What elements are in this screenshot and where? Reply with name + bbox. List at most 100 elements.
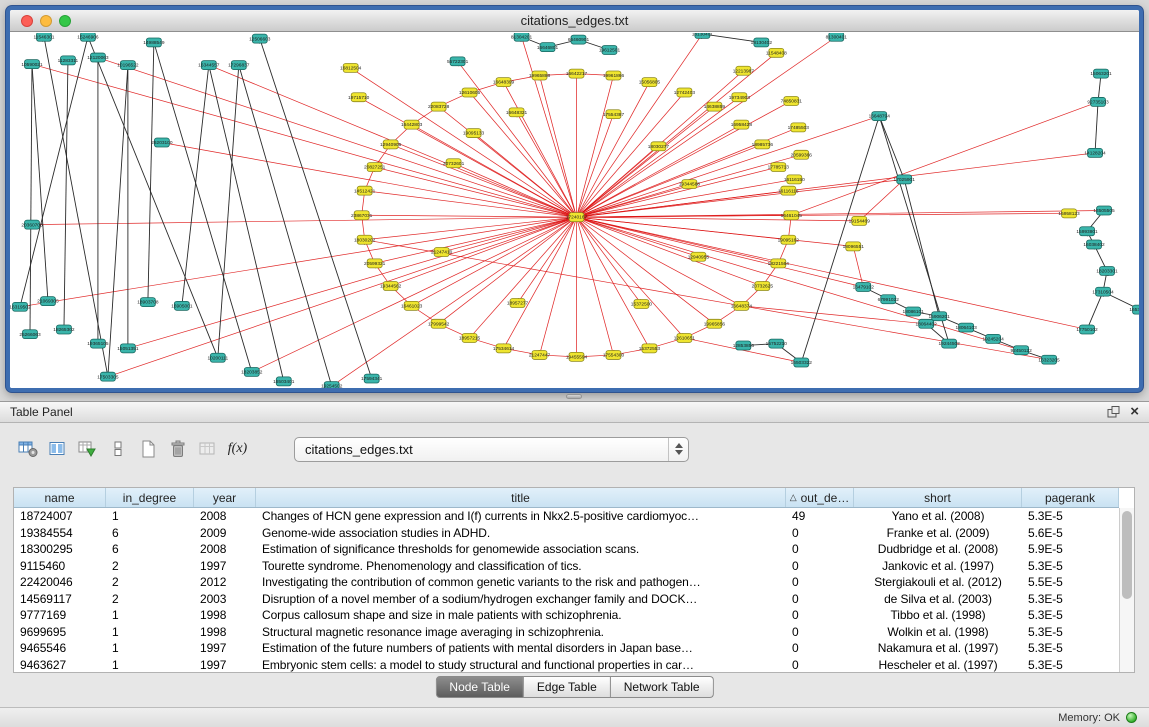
graph-node[interactable]: 23867031	[351, 211, 373, 220]
graph-node[interactable]: 16503322	[791, 358, 813, 367]
float-panel-button[interactable]	[1107, 406, 1120, 418]
graph-node[interactable]: 21069305	[37, 297, 59, 306]
graph-node[interactable]: 18221564	[768, 259, 790, 268]
memory-status-indicator[interactable]	[1126, 712, 1137, 723]
table-row[interactable]: 946362711997Embryonic stem cells: a mode…	[14, 657, 1119, 673]
graph-node[interactable]: 17485503	[788, 123, 810, 132]
table-row[interactable]: 1872400712008Changes of HCN gene express…	[14, 508, 1119, 525]
graph-node[interactable]: 16648794	[869, 112, 891, 121]
graph-node[interactable]: 11548408	[766, 48, 787, 57]
create-column-button[interactable]	[134, 436, 161, 462]
graph-node[interactable]: 15063201	[1090, 69, 1112, 78]
table-row[interactable]: 977716911998Corpus callosum shape and si…	[14, 607, 1119, 624]
column-header-name[interactable]: name	[14, 488, 106, 507]
column-header-in-degree[interactable]: in_degree	[106, 488, 194, 507]
graph-node[interactable]: 15372500	[631, 299, 653, 308]
graph-node[interactable]: 18086101	[903, 307, 925, 316]
graph-node[interactable]: 16479102	[853, 282, 875, 291]
graph-node[interactable]: 16648399	[493, 78, 515, 87]
graph-node[interactable]: 66460901	[568, 35, 590, 44]
column-header-year[interactable]: year	[194, 488, 256, 507]
graph-node[interactable]: 16442803	[401, 120, 423, 129]
graph-node[interactable]: 16648374	[731, 301, 753, 310]
graph-node[interactable]: 16648321	[506, 108, 528, 117]
graph-node[interactable]: 17310504	[1092, 287, 1114, 296]
graph-node[interactable]: 19254502	[321, 382, 343, 388]
graph-node[interactable]: 19365105	[87, 339, 109, 348]
graph-node[interactable]: 12610605	[459, 88, 481, 97]
graph-node[interactable]: 18957215	[459, 333, 481, 342]
graph-node[interactable]: 17534614	[493, 344, 515, 353]
graph-node[interactable]: 17785713	[768, 163, 790, 172]
graph-node[interactable]: 11283311	[58, 56, 79, 65]
graph-node[interactable]: 13505505	[1093, 206, 1115, 215]
tab-network-table[interactable]: Network Table	[611, 676, 714, 698]
graph-node[interactable]: 16116150	[784, 175, 805, 184]
table-row[interactable]: 2242004622012Investigating the contribut…	[14, 574, 1119, 591]
graph-node[interactable]: 12940955	[688, 252, 710, 261]
graph-node[interactable]: 15056805	[639, 78, 661, 87]
graph-node[interactable]: 10200111	[208, 353, 229, 362]
graph-node[interactable]: 18130402	[751, 38, 773, 47]
graph-node[interactable]: 21247410	[431, 248, 453, 257]
graph-node[interactable]: 19095133	[463, 129, 485, 138]
graph-node[interactable]: 18957277	[507, 299, 529, 308]
graph-node[interactable]: 15246906	[77, 33, 99, 41]
zoom-window-button[interactable]	[59, 15, 71, 27]
graph-node[interactable]: 15752210	[766, 339, 788, 348]
graph-node[interactable]: 16812504	[340, 63, 362, 72]
graph-node[interactable]: 12610651	[674, 333, 696, 342]
table-row[interactable]: 1456911722003Disruption of a novel membe…	[14, 591, 1119, 608]
graph-node[interactable]: 11546301	[33, 33, 54, 41]
table-row[interactable]: 911546021997Tourette syndrome. Phenomeno…	[14, 558, 1119, 575]
graph-node[interactable]: 14128204	[1084, 148, 1106, 157]
column-header-short[interactable]: short	[854, 488, 1022, 507]
graph-node[interactable]: 20732625	[752, 282, 774, 291]
function-builder-button[interactable]: f(x)	[224, 436, 251, 462]
graph-node[interactable]: 16958428	[731, 120, 753, 129]
network-canvas-svg[interactable]: 1724016716461045190951621822156420732625…	[10, 33, 1139, 388]
row-height-button[interactable]	[104, 436, 131, 462]
graph-node[interactable]: 19965856	[704, 319, 726, 328]
graph-node[interactable]: 18096551	[843, 242, 865, 251]
graph-node[interactable]: 16905001	[171, 301, 193, 310]
graph-node[interactable]: 18030277	[648, 142, 670, 151]
graph-node[interactable]: 19244502	[939, 339, 961, 348]
graph-node[interactable]: 17554387	[603, 110, 625, 119]
graph-node[interactable]: 92735103	[1087, 97, 1109, 106]
splitter-handle[interactable]	[0, 392, 1149, 401]
graph-node[interactable]: 20827251	[364, 163, 386, 172]
graph-node[interactable]: 26203100	[151, 138, 173, 147]
graph-node[interactable]: 18203301	[1096, 266, 1118, 275]
graph-node[interactable]: 17594341	[361, 374, 383, 383]
graph-node[interactable]: 22083728	[428, 102, 450, 111]
tab-edge-table[interactable]: Edge Table	[524, 676, 611, 698]
graph-node[interactable]: 18130401	[692, 33, 714, 38]
graph-node[interactable]: 92450122	[1010, 346, 1032, 355]
close-window-button[interactable]	[21, 15, 33, 27]
graph-node[interactable]: 16323205	[1038, 355, 1060, 364]
column-header-out-de[interactable]: △out_de…	[786, 488, 854, 507]
graph-node[interactable]: 17025901	[894, 175, 916, 184]
graph-node[interactable]: 19965888	[529, 71, 551, 80]
graph-node[interactable]: 55722301	[447, 57, 469, 66]
graph-node[interactable]: 16646801	[537, 43, 559, 52]
graph-node[interactable]: 10196522	[117, 61, 139, 70]
graph-node[interactable]: 15958123	[1058, 209, 1080, 218]
graph-node[interactable]: 15372553	[639, 344, 661, 353]
graph-node[interactable]: 19961866	[603, 71, 625, 80]
graph-node[interactable]: 19095162	[778, 235, 800, 244]
graph-node[interactable]: 16038402	[1083, 240, 1105, 249]
graph-node[interactable]: 25266063	[19, 330, 41, 339]
graph-node[interactable]: 20599321	[364, 259, 386, 268]
graph-node[interactable]: 14512421	[354, 186, 376, 195]
graph-node[interactable]: 14988549	[143, 38, 165, 47]
graph-node[interactable]: 12120063	[87, 53, 109, 62]
graph-node[interactable]: 19455594	[566, 352, 588, 361]
minimize-window-button[interactable]	[40, 15, 52, 27]
graph-node[interactable]: 16503401	[273, 377, 295, 386]
graph-node[interactable]: 17503305	[97, 372, 119, 381]
graph-node[interactable]: 17296837	[228, 61, 250, 70]
show-columns-button[interactable]	[44, 436, 71, 462]
graph-node[interactable]: 15993801	[1076, 227, 1098, 236]
